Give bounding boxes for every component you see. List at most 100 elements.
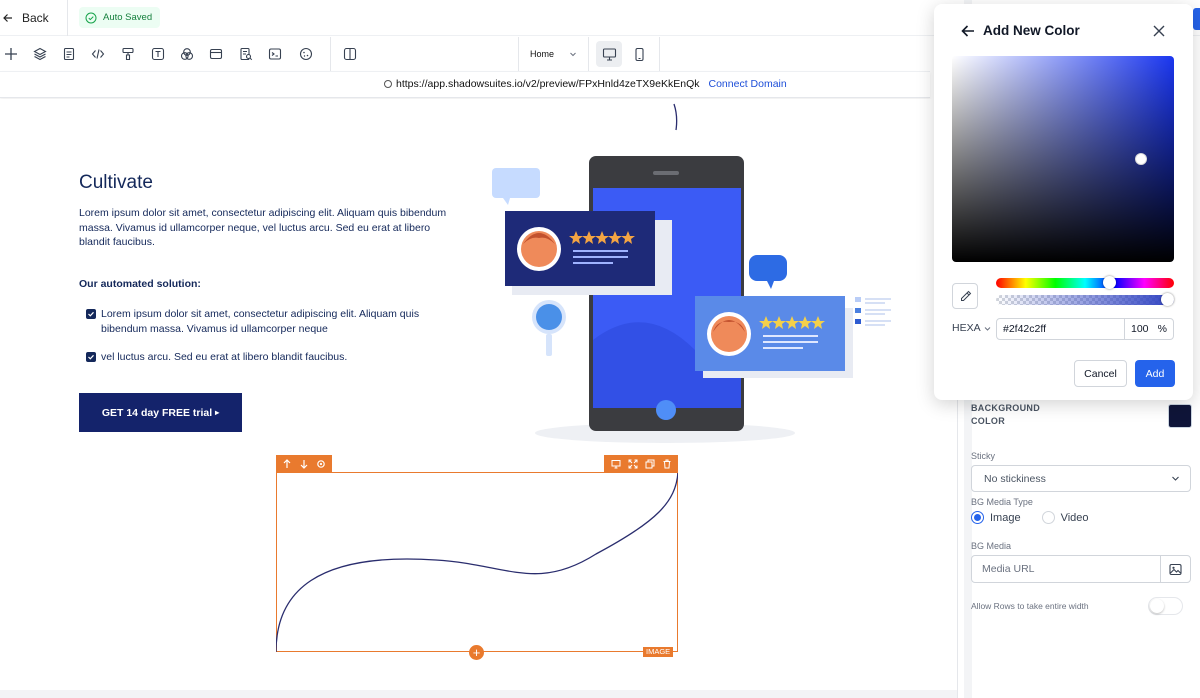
expand-icon[interactable]	[627, 458, 639, 470]
color-mode-value: HEXA	[952, 322, 981, 334]
desktop-view-button[interactable]	[596, 41, 622, 67]
toolbar-divider	[330, 37, 331, 71]
autosave-badge: Auto Saved	[79, 7, 161, 28]
alpha-unit: %	[1157, 323, 1167, 335]
chevron-down-icon	[984, 326, 990, 331]
solution-heading: Our automated solution:	[79, 278, 201, 290]
allow-rows-toggle[interactable]	[1148, 597, 1183, 615]
settings-gear-icon[interactable]	[315, 458, 327, 470]
color-mode-select[interactable]: HEXA	[952, 322, 991, 334]
chevron-down-icon	[1172, 476, 1179, 481]
check-circle-icon	[85, 12, 97, 23]
selected-image-element[interactable]	[275, 471, 678, 652]
element-type-tag: IMAGE	[643, 647, 674, 657]
cancel-button[interactable]: Cancel	[1074, 360, 1127, 387]
toolbar-divider	[659, 37, 660, 71]
monitor-icon	[602, 47, 616, 61]
alpha-slider[interactable]	[996, 295, 1174, 305]
layout-block-icon[interactable]	[206, 44, 226, 64]
background-color-swatch[interactable]	[1168, 404, 1192, 428]
globe-icon	[384, 80, 392, 88]
autosave-label: Auto Saved	[103, 12, 153, 23]
media-library-button[interactable]	[1160, 555, 1191, 583]
section-body: Lorem ipsum dolor sit amet, consectetur …	[79, 207, 447, 248]
color-picker-popup: Add New Color HEXA 100 % Cancel Add	[934, 4, 1193, 400]
phone-reviews-illustration	[492, 156, 891, 443]
hex-input[interactable]	[996, 318, 1125, 340]
checklist-item: Lorem ipsum dolor sit amet, consectetur …	[86, 307, 446, 336]
bg-media-type-label: BG Media Type	[971, 497, 1033, 507]
terminal-icon[interactable]	[265, 44, 285, 64]
eyedropper-button[interactable]	[952, 283, 978, 309]
saturation-area[interactable]	[952, 56, 1174, 262]
back-label: Back	[22, 11, 49, 25]
columns-icon[interactable]	[340, 44, 360, 64]
background-color-label: BACKGROUND COLOR	[971, 403, 1040, 426]
bg-media-label: BG Media	[971, 541, 1012, 551]
preview-url-bar: https://app.shadowsuites.io/v2/preview/F…	[0, 71, 930, 98]
close-icon[interactable]	[1152, 24, 1166, 38]
saturation-handle[interactable]	[1135, 153, 1147, 165]
cookie-icon[interactable]	[296, 44, 316, 64]
move-down-icon[interactable]	[298, 458, 310, 470]
picker-title: Add New Color	[983, 23, 1080, 38]
sticky-select-value: No stickiness	[984, 472, 1046, 485]
move-up-icon[interactable]	[281, 458, 293, 470]
alpha-handle[interactable]	[1161, 293, 1174, 306]
monitor-icon[interactable]	[610, 458, 622, 470]
connect-domain-link[interactable]: Connect Domain	[709, 78, 787, 90]
text-icon[interactable]	[148, 44, 168, 64]
element-right-controls	[604, 455, 678, 473]
canvas-footer-strip	[0, 690, 957, 698]
media-url-input[interactable]	[971, 555, 1161, 583]
free-trial-label: GET 14 day FREE trial	[101, 406, 213, 419]
publish-button-edge[interactable]	[1193, 8, 1200, 30]
wave-curve	[275, 471, 678, 652]
add-color-button[interactable]: Add	[1135, 360, 1175, 387]
alpha-input[interactable]: 100 %	[1124, 318, 1174, 340]
code-icon[interactable]	[88, 44, 108, 64]
radio-video[interactable]	[1041, 511, 1055, 524]
caret-right-icon: ▸	[215, 408, 220, 417]
smartphone-icon	[634, 47, 644, 61]
radio-image-label: Image	[990, 511, 1021, 524]
image-icon	[1169, 563, 1182, 575]
allow-rows-label: Allow Rows to take entire width	[971, 601, 1089, 611]
alpha-value: 100	[1131, 323, 1149, 335]
trash-icon[interactable]	[661, 458, 673, 470]
arrow-left-icon[interactable]	[961, 24, 975, 38]
duplicate-icon[interactable]	[644, 458, 656, 470]
media-type-options: Image Video	[971, 511, 1089, 524]
checkbox-icon	[86, 309, 96, 319]
section-title: Cultivate	[79, 172, 153, 193]
free-trial-button[interactable]: GET 14 day FREE trial ▸	[79, 393, 242, 432]
editor-toolbar: Home	[0, 37, 930, 71]
element-left-controls	[276, 455, 332, 473]
decorative-curve	[673, 103, 678, 131]
search-document-icon[interactable]	[236, 44, 256, 64]
color-blend-icon[interactable]	[177, 44, 197, 64]
arrow-left-icon	[3, 14, 12, 22]
radio-video-label: Video	[1060, 511, 1089, 524]
add-element-icon[interactable]	[1, 44, 21, 64]
toolbar-divider	[588, 37, 589, 71]
layers-icon[interactable]	[30, 44, 50, 64]
page-selector[interactable]: Home	[518, 37, 588, 71]
eyedropper-icon	[960, 290, 971, 301]
hue-slider[interactable]	[996, 278, 1174, 288]
back-button[interactable]: Back	[0, 0, 68, 36]
radio-image[interactable]	[971, 511, 984, 524]
checklist-text: Lorem ipsum dolor sit amet, consectetur …	[101, 308, 420, 335]
hue-handle[interactable]	[1103, 276, 1116, 289]
sticky-label: Sticky	[971, 451, 996, 461]
checklist-item: vel luctus arcu. Sed eu erat at libero b…	[86, 350, 446, 365]
mobile-view-button[interactable]	[626, 41, 652, 67]
checklist-text: vel luctus arcu. Sed eu erat at libero b…	[101, 351, 348, 363]
page-selector-value: Home	[530, 49, 555, 59]
preview-url[interactable]: https://app.shadowsuites.io/v2/preview/F…	[396, 78, 700, 90]
pages-icon[interactable]	[59, 44, 79, 64]
sticky-select[interactable]: No stickiness	[971, 465, 1191, 492]
paint-roller-icon[interactable]	[118, 44, 138, 64]
chevron-down-icon	[570, 52, 576, 57]
add-element-below-button[interactable]: +	[469, 645, 484, 660]
